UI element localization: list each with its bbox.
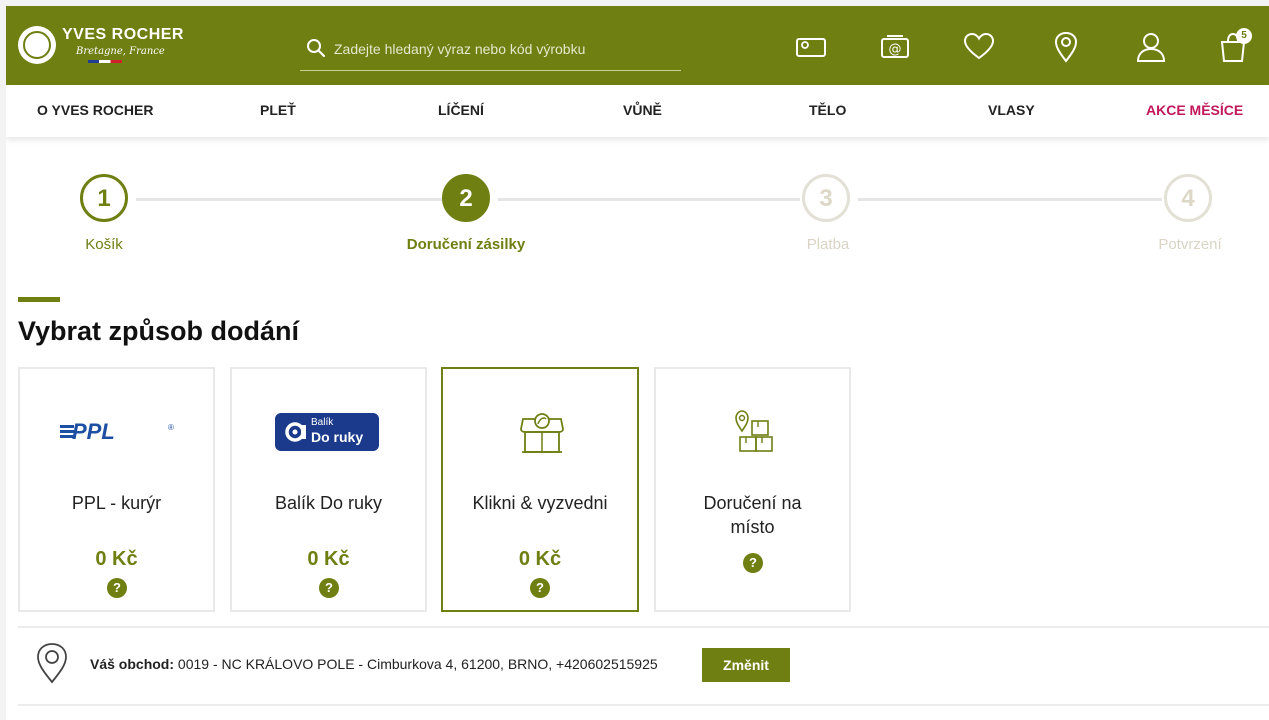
svg-text:@: @ bbox=[889, 42, 902, 57]
help-icon[interactable]: ? bbox=[743, 553, 763, 573]
balik-logo: Balík Do ruky bbox=[275, 413, 379, 451]
delivery-option-ppl[interactable]: PPL ® PPL - kurýr 0 Kč ? bbox=[18, 367, 215, 612]
section-accent-bar bbox=[18, 297, 60, 302]
step-2-label: Doručení zásilky bbox=[406, 236, 526, 253]
delivery-option-balik-do-ruky[interactable]: Balík Do ruky Balík Do ruky 0 Kč ? bbox=[230, 367, 427, 612]
delivery-option-name: Balík Do ruky bbox=[274, 493, 383, 513]
location-pin-icon[interactable] bbox=[1049, 30, 1083, 64]
step-connector bbox=[136, 198, 442, 201]
nav-item-hair[interactable]: VLASY bbox=[988, 102, 1035, 118]
step-1-circle[interactable]: 1 bbox=[80, 174, 128, 222]
delivery-option-price: 0 Kč bbox=[518, 548, 562, 570]
nav-item-monthly-offers[interactable]: AKCE MĚSÍCE bbox=[1146, 102, 1243, 118]
search-icon[interactable] bbox=[306, 38, 326, 58]
location-pin-icon bbox=[37, 643, 67, 684]
delivery-option-click-and-collect[interactable]: Klikni & vyzvedni 0 Kč ? bbox=[441, 367, 639, 612]
step-3-circle: 3 bbox=[802, 174, 850, 222]
logo-emblem-icon bbox=[18, 26, 56, 64]
balik-logo-big-text: Do ruky bbox=[311, 429, 364, 445]
store-shop-icon bbox=[519, 407, 565, 457]
step-4-label: Potvrzení bbox=[1158, 236, 1222, 253]
nav-item-body[interactable]: TĚLO bbox=[809, 102, 846, 118]
search-bar bbox=[300, 31, 681, 71]
store-label: Váš obchod: bbox=[90, 656, 175, 672]
store-address: 0019 - NC KRÁLOVO POLE - Cimburkova 4, 6… bbox=[177, 656, 658, 672]
delivery-option-price: 0 Kč bbox=[307, 548, 350, 570]
brand-tagline: Bretagne, France bbox=[76, 46, 165, 57]
help-icon[interactable]: ? bbox=[530, 578, 550, 598]
ppl-logo: PPL ® bbox=[60, 419, 180, 444]
step-2-circle: 2 bbox=[442, 174, 490, 222]
shopping-bag-icon[interactable]: 5 bbox=[1216, 28, 1252, 64]
divider bbox=[18, 626, 1269, 628]
delivery-option-delivery-to-place[interactable]: Doručení na místo ? bbox=[654, 367, 851, 612]
gift-card-icon[interactable] bbox=[794, 30, 828, 64]
divider bbox=[18, 704, 1269, 706]
user-account-icon[interactable] bbox=[1134, 30, 1168, 64]
step-connector bbox=[498, 198, 800, 201]
ppl-logo-text: PPL bbox=[72, 419, 115, 443]
search-input[interactable] bbox=[334, 39, 674, 59]
delivery-option-name: Doručení na místo bbox=[703, 493, 802, 537]
brand-logo[interactable]: YVES ROCHER Bretagne, France bbox=[18, 26, 183, 68]
store-info: Váš obchod: 0019 - NC KRÁLOVO POLE - Cim… bbox=[90, 656, 658, 672]
nav-item-skin[interactable]: PLEŤ bbox=[260, 102, 296, 118]
page: YVES ROCHER Bretagne, France @ bbox=[6, 6, 1269, 720]
nav-item-makeup[interactable]: LÍČENÍ bbox=[438, 102, 484, 118]
cart-count-badge: 5 bbox=[1236, 28, 1252, 44]
parcel-location-icon bbox=[732, 407, 776, 457]
help-icon[interactable]: ? bbox=[107, 578, 127, 598]
heart-icon[interactable] bbox=[962, 30, 996, 64]
balik-logo-small-text: Balík bbox=[311, 417, 334, 428]
selected-store-row: Váš obchod: 0019 - NC KRÁLOVO POLE - Cim… bbox=[34, 642, 1264, 686]
svg-text:®: ® bbox=[168, 423, 174, 432]
main-navigation: O YVES ROCHER PLEŤ LÍČENÍ VŮNĚ TĚLO VLAS… bbox=[6, 85, 1269, 137]
section-title: Vybrat způsob dodání bbox=[18, 316, 300, 346]
step-connector bbox=[858, 198, 1162, 201]
nav-item-about[interactable]: O YVES ROCHER bbox=[37, 102, 153, 118]
email-card-icon[interactable]: @ bbox=[878, 30, 912, 64]
step-4-circle: 4 bbox=[1164, 174, 1212, 222]
delivery-option-name: PPL - kurýr bbox=[71, 493, 162, 513]
french-flag-stripe bbox=[88, 60, 122, 63]
post-horn-icon bbox=[285, 422, 306, 442]
site-header: YVES ROCHER Bretagne, France @ bbox=[6, 6, 1269, 85]
brand-name: YVES ROCHER bbox=[62, 26, 184, 43]
step-3-label: Platba bbox=[806, 236, 850, 253]
change-store-button[interactable]: Změnit bbox=[702, 648, 790, 682]
step-1-label[interactable]: Košík bbox=[44, 236, 164, 254]
delivery-option-name: Klikni & vyzvedni bbox=[472, 493, 608, 513]
delivery-option-price: 0 Kč bbox=[95, 548, 138, 570]
help-icon[interactable]: ? bbox=[319, 578, 339, 598]
nav-item-fragrance[interactable]: VŮNĚ bbox=[623, 102, 662, 118]
